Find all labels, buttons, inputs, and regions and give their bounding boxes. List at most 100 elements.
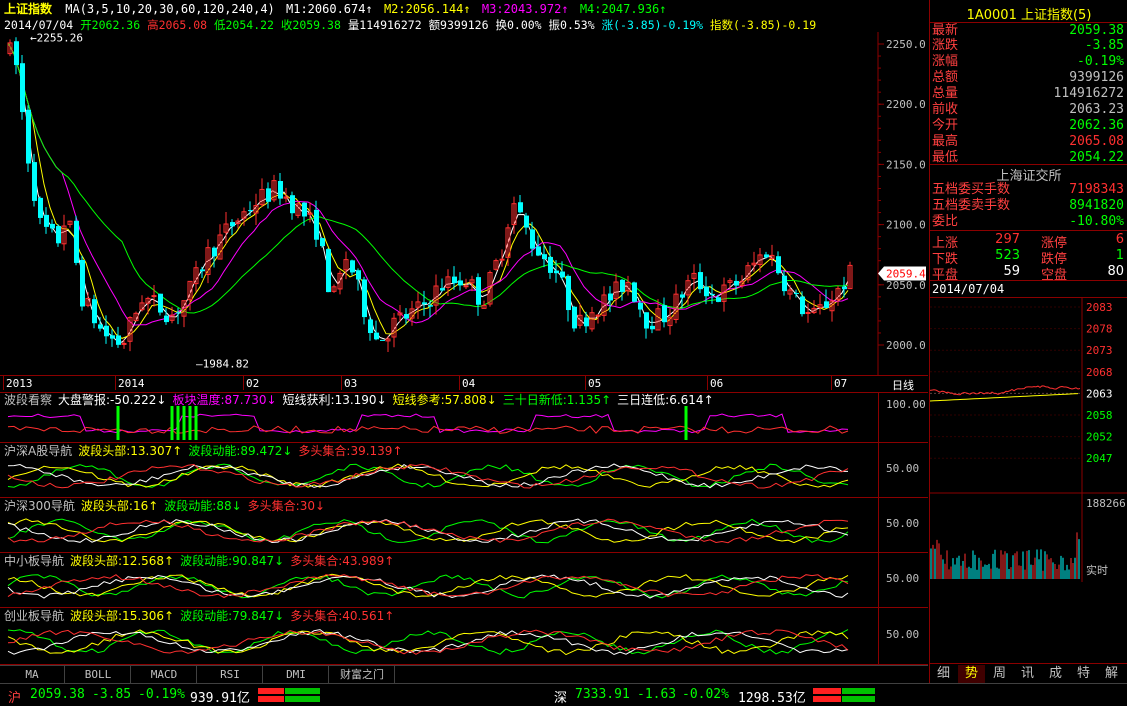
code-title: 1A0001 上证指数(5)	[966, 8, 1092, 23]
indicator-axis-label: 50.00	[886, 572, 920, 585]
candle-body	[158, 293, 163, 313]
volume-tick: 188266	[1086, 497, 1126, 510]
book-value: -10.80%	[1069, 214, 1124, 229]
status-bar: 沪 2059.38 -3.85 -0.19% 939.91亿 深 7333.91…	[0, 683, 1127, 706]
right-tab[interactable]: 成	[1042, 665, 1069, 683]
indicator-divider	[878, 443, 879, 497]
time-label: 2013	[6, 377, 33, 390]
mini-price-tick: 2058	[1086, 409, 1113, 422]
volume-value: 量114916272	[347, 18, 422, 32]
candle-body	[362, 279, 367, 318]
right-tab[interactable]: 解	[1098, 665, 1125, 683]
candle-body	[476, 277, 481, 305]
candle-body	[842, 286, 847, 290]
indicator-axis-label: 50.00	[886, 462, 920, 475]
quote-value: -0.19%	[1077, 54, 1124, 69]
indicator-plot	[7, 518, 849, 544]
price-tick: 2100.0	[886, 219, 926, 232]
market-breadth: 上涨 297 涨停 6 下跌 523 跌停 1 平盘 59 空盘 80	[930, 230, 1127, 283]
indicator-tab[interactable]: MA	[0, 666, 65, 684]
index-title: 上证指数	[4, 2, 53, 16]
right-tab[interactable]: 讯	[1014, 665, 1041, 683]
time-tick	[341, 376, 342, 390]
limit-down-count: 1	[1115, 248, 1124, 263]
intraday-chart[interactable]: 2083 2078 2073 2068 2063 2058 2052 2047 188266 实时	[930, 297, 1127, 582]
sh-label: 沪	[8, 691, 22, 706]
indicator-tab[interactable]: RSI	[198, 666, 263, 684]
candle-body	[230, 222, 235, 227]
indicator-tab[interactable]: MACD	[132, 666, 197, 684]
change-value: 涨(-3.85)-0.19%	[601, 18, 704, 32]
high-marker: ←2255.26	[30, 32, 83, 45]
quote-row: 今开 2062.36	[930, 118, 1127, 134]
indicator-divider	[878, 498, 879, 552]
quote-row: 涨跌 -3.85	[930, 38, 1127, 54]
low-value: 低2054.22	[214, 18, 274, 32]
quote-label: 总额	[932, 70, 959, 85]
candle-body	[350, 260, 355, 273]
candle-body	[704, 286, 709, 297]
candle-body	[26, 109, 31, 164]
quote-row: 总量 114916272	[930, 86, 1127, 102]
candle-body	[290, 195, 295, 214]
amplitude-value: 振0.53%	[548, 18, 595, 32]
candle-body	[560, 271, 565, 278]
price-tick: 2250.0	[886, 38, 926, 51]
indicator-line	[7, 413, 849, 434]
quote-label: 最新	[932, 23, 959, 38]
indicator-panel[interactable]: 中小板导航 波段头部:12.568↑ 波段动能:90.847↓ 多头集合:43.989…	[0, 553, 928, 608]
candle-body	[608, 293, 613, 301]
indicator-panel[interactable]: 沪深300导航 波段头部:16↑ 波段动能:88↓ 多头集合:30↓ 50.00	[0, 498, 928, 553]
indicator-panel[interactable]: 创业板导航 波段头部:15.306↑ 波段动能:79.847↓ 多头集合:40.561…	[0, 608, 928, 665]
book-value: 7198343	[1069, 182, 1124, 197]
indicator-plot	[7, 406, 849, 440]
right-tab[interactable]: 细	[930, 665, 957, 683]
current-price-label: 2059.4	[886, 267, 926, 280]
candle-body	[518, 202, 523, 213]
sh-breadth-bar	[258, 688, 320, 702]
quote-row: 涨幅 -0.19%	[930, 54, 1127, 70]
right-tab[interactable]: 势	[958, 665, 985, 683]
quote-label: 前收	[932, 102, 959, 117]
time-label: 04	[462, 377, 476, 390]
indicator-panel[interactable]: 沪深A股导航 波段头部:13.307↑ 波段动能:89.472↓ 多头集合:39.13…	[0, 443, 928, 498]
indicator-axis-label: 100.00	[886, 398, 926, 411]
candle-body	[164, 315, 169, 323]
kline-chart-area[interactable]: 上证指数 MA(3,5,10,20,30,60,120,240,4) M1:20…	[0, 0, 928, 705]
mini-date-bar: 2014/07/04	[930, 280, 1127, 298]
empty-count: 80	[1107, 264, 1124, 279]
candle-body	[314, 209, 319, 240]
indicator-tab[interactable]: 财富之门	[330, 666, 395, 684]
indicator-tab[interactable]: BOLL	[66, 666, 131, 684]
indicator-line	[7, 629, 849, 656]
mini-price-tick: 2073	[1086, 344, 1113, 357]
right-tab[interactable]: 周	[986, 665, 1013, 683]
indicator-axis-label: 50.00	[886, 628, 920, 641]
indicator-tab[interactable]: DMI	[264, 666, 329, 684]
quote-panel: 1A0001 上证指数(5) 最新 2059.38 涨跌 -3.85 涨幅 -0.19% 总…	[929, 0, 1127, 705]
mini-price-tick: 2078	[1086, 323, 1113, 336]
indicator-divider	[878, 392, 879, 442]
candle-body	[356, 270, 361, 280]
candle-body	[151, 295, 157, 298]
quote-label: 涨幅	[932, 54, 959, 69]
candle-body	[80, 259, 85, 307]
sz-label: 深	[554, 691, 568, 706]
candle-body	[530, 229, 535, 249]
time-label: 03	[344, 377, 358, 390]
time-tick	[585, 376, 586, 390]
candle-body	[824, 301, 829, 308]
right-tab[interactable]: 特	[1070, 665, 1097, 683]
mini-price-tick: 2052	[1086, 431, 1113, 444]
candlestick-plot[interactable]: 2250.0 2200.0 2150.0 2100.0 2050.0 2000.0 ←225…	[0, 32, 928, 375]
candle-body	[794, 292, 799, 294]
indicator-panel[interactable]: 波段看察 大盘警报:-50.222↓ 板块温度:87.730↓ 短线获利:13.190…	[0, 392, 928, 443]
price-tick: 2200.0	[886, 98, 926, 111]
period-label[interactable]: 日线	[892, 377, 914, 393]
indicator-line	[7, 425, 849, 434]
mini-price-tick: 2083	[1086, 301, 1113, 314]
time-axis: 2013 2014 02 03 04 05 06 07 日线	[0, 375, 928, 393]
chart-header-line1: 上证指数 MA(3,5,10,20,30,60,120,240,4) M1:20…	[4, 2, 667, 16]
candle-body	[368, 319, 373, 334]
candle-body	[20, 63, 25, 113]
